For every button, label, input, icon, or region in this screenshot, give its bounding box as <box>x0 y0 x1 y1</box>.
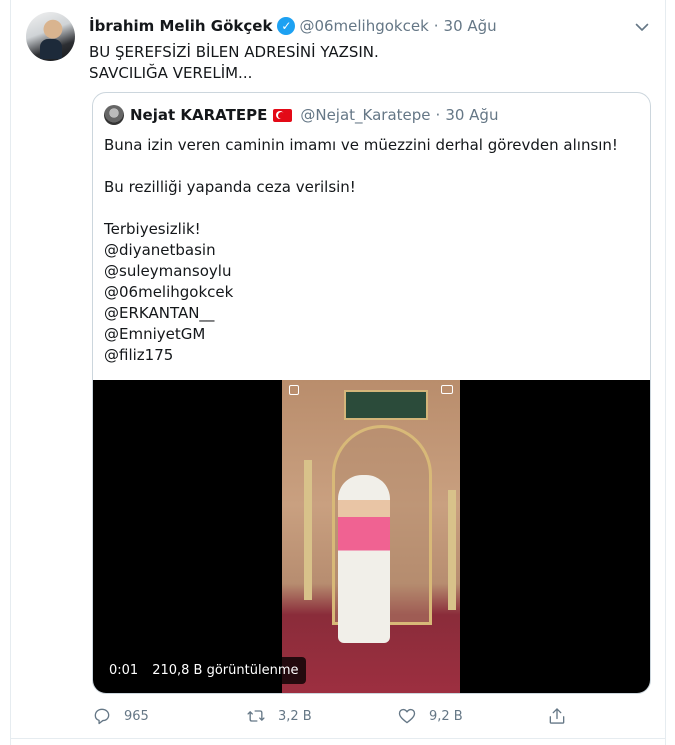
tweet-header: İbrahim Melih Gökçek ✓ @06melihgokcek · … <box>89 17 497 35</box>
verified-badge-icon: ✓ <box>277 17 296 35</box>
retweet-count: 3,2 B <box>278 708 312 724</box>
pip-icon <box>289 385 299 395</box>
share-button[interactable] <box>547 706 579 726</box>
tweet-date[interactable]: 30 Ağu <box>444 17 497 35</box>
video-player[interactable]: 0:01 210,8 B görüntülenme <box>93 380 650 693</box>
tweet-divider <box>11 738 665 739</box>
video-stats-badge: 0:01 210,8 B görüntülenme <box>101 657 307 684</box>
quoted-text-line: Terbiyesizlik! <box>104 220 201 238</box>
tweet-text-line: BU ŞEREFSİZİ BİLEN ADRESİNİ YAZSIN. <box>89 43 379 61</box>
like-count: 9,2 B <box>429 708 463 724</box>
tweet-text-line: SAVCILIĞA VERELİM... <box>89 64 253 82</box>
like-button[interactable]: 9,2 B <box>397 706 463 726</box>
reply-count: 965 <box>124 708 149 724</box>
author-handle[interactable]: @06melihgokcek <box>299 17 428 35</box>
quoted-tweet[interactable]: Nejat KARATEPE @Nejat_Karatepe · 30 Ağu … <box>92 92 651 694</box>
reply-icon <box>94 708 110 725</box>
separator: · <box>435 106 441 124</box>
quoted-text-paragraph: Bu rezilliği yapanda ceza verilsin! <box>104 178 356 196</box>
quoted-tweet-header: Nejat KARATEPE @Nejat_Karatepe · 30 Ağu <box>104 105 498 125</box>
turkey-flag-icon <box>273 108 293 122</box>
cast-icon <box>441 385 453 394</box>
mention-link: @diyanetbasin <box>104 241 216 259</box>
retweet-icon <box>247 710 265 722</box>
tweet-actions: 965 3,2 B 9,2 B <box>92 706 572 728</box>
retweet-button[interactable]: 3,2 B <box>246 706 312 726</box>
video-views: 210,8 B görüntülenme <box>152 663 299 678</box>
separator: · <box>433 17 439 35</box>
video-time: 0:01 <box>109 663 139 678</box>
quoted-tweet-date: 30 Ağu <box>445 106 499 124</box>
reply-button[interactable]: 965 <box>92 706 149 726</box>
quoted-tweet-text: Buna izin veren caminin imamı ve müezzin… <box>104 135 618 366</box>
quoted-author-handle: @Nejat_Karatepe <box>300 106 431 124</box>
tweet-text: BU ŞEREFSİZİ BİLEN ADRESİNİ YAZSIN. SAVC… <box>89 42 379 84</box>
mention-link: @EmniyetGM <box>104 325 206 343</box>
share-icon <box>549 708 565 724</box>
quoted-text-paragraph: Buna izin veren caminin imamı ve müezzin… <box>104 136 618 154</box>
mention-link: @filiz175 <box>104 346 174 364</box>
video-frame[interactable] <box>282 380 460 693</box>
quoted-author-avatar <box>104 105 124 125</box>
quoted-author-name: Nejat KARATEPE <box>130 106 268 124</box>
author-avatar[interactable] <box>26 12 75 61</box>
tweet[interactable]: İbrahim Melih Gökçek ✓ @06melihgokcek · … <box>10 0 666 745</box>
like-icon <box>398 708 416 724</box>
mention-link: @06melihgokcek <box>104 283 234 301</box>
chevron-down-icon[interactable] <box>635 20 649 34</box>
mention-link: @ERKANTAN__ <box>104 304 215 322</box>
mention-link: @suleymansoylu <box>104 262 232 280</box>
author-name[interactable]: İbrahim Melih Gökçek <box>89 17 272 35</box>
